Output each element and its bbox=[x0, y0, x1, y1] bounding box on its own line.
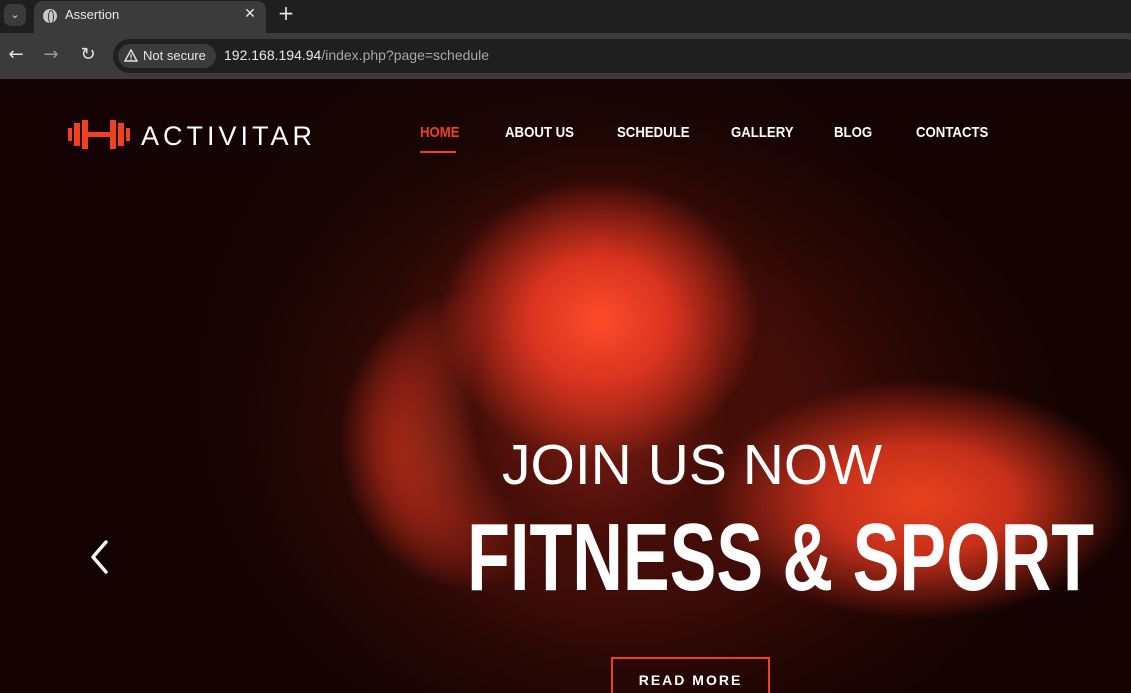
tab-search-button[interactable]: ⌄ bbox=[4, 4, 26, 26]
url-text[interactable]: 192.168.194.94/index.php?page=schedule bbox=[224, 47, 489, 63]
new-tab-button[interactable]: + bbox=[277, 3, 295, 23]
warning-icon bbox=[124, 49, 138, 62]
nav-contacts[interactable]: CONTACTS bbox=[916, 124, 988, 141]
hero-headline: FITNESS & SPORT bbox=[467, 504, 1095, 611]
nav-about-us[interactable]: ABOUT US bbox=[505, 124, 574, 141]
read-more-button[interactable]: READ MORE bbox=[611, 657, 770, 693]
dumbbell-icon bbox=[68, 120, 130, 149]
nav-active-underline bbox=[420, 151, 456, 153]
url-host: 192.168.194.94 bbox=[224, 47, 322, 63]
chevron-left-icon[interactable] bbox=[88, 538, 110, 576]
back-arrow-icon[interactable]: ← bbox=[2, 41, 30, 69]
address-bar[interactable]: Not secure 192.168.194.94/index.php?page… bbox=[113, 39, 1131, 73]
browser-toolbar: ← → ↻ Not secure 192.168.194.94/index.ph… bbox=[0, 33, 1131, 79]
security-label: Not secure bbox=[143, 48, 206, 63]
nav-schedule[interactable]: SCHEDULE bbox=[617, 124, 690, 141]
tab-bar: ⌄ Assertion ✕ + bbox=[0, 0, 1131, 33]
nav-gallery[interactable]: GALLERY bbox=[731, 124, 794, 141]
tab-title: Assertion bbox=[65, 7, 120, 22]
hero-section: ACTIVITAR HOME ABOUT US SCHEDULE GALLERY… bbox=[0, 80, 1131, 693]
browser-tab[interactable]: Assertion ✕ bbox=[34, 1, 266, 33]
close-icon[interactable]: ✕ bbox=[241, 5, 259, 23]
nav-home[interactable]: HOME bbox=[420, 124, 460, 141]
url-path: /index.php?page=schedule bbox=[321, 47, 490, 63]
globe-icon bbox=[43, 9, 57, 24]
reload-icon[interactable]: ↻ bbox=[74, 41, 102, 69]
hero-kicker: JOIN US NOW bbox=[502, 433, 882, 497]
logo-text: ACTIVITAR bbox=[141, 121, 317, 151]
forward-arrow-icon[interactable]: → bbox=[37, 41, 65, 69]
security-chip[interactable]: Not secure bbox=[118, 44, 216, 68]
nav-blog[interactable]: BLOG bbox=[834, 124, 872, 141]
